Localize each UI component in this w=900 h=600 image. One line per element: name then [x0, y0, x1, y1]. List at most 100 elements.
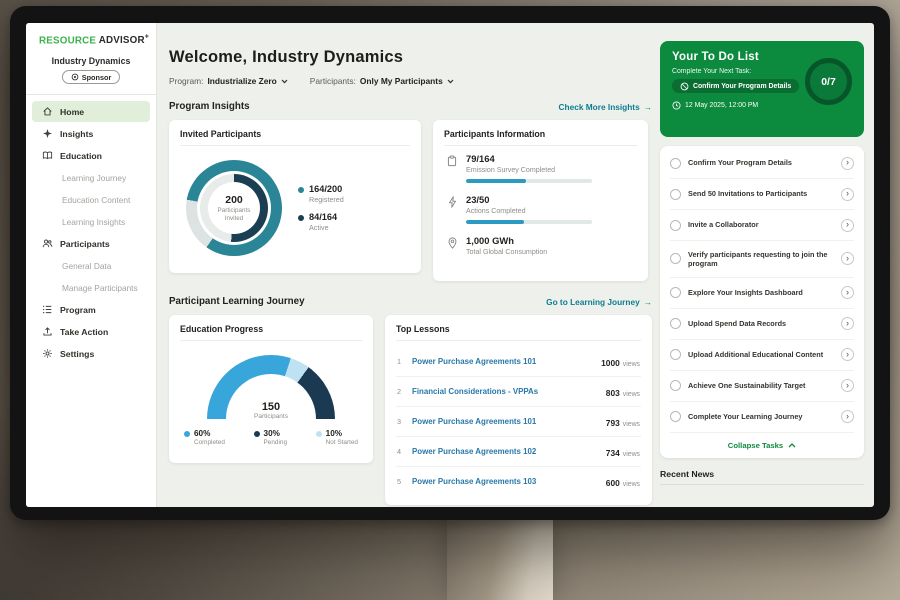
task-chevron-button[interactable]: › — [841, 379, 854, 392]
monitor-bezel: RESOURCE ADVISOR+ Industry Dynamics Spon… — [10, 6, 890, 520]
app-logo: RESOURCE ADVISOR+ — [26, 34, 156, 55]
task-row-4[interactable]: Verify participants requesting to join t… — [670, 241, 854, 278]
task-chevron-button[interactable]: › — [841, 188, 854, 201]
participants-filter-value: Only My Participants — [360, 76, 454, 86]
monitor-stand — [447, 516, 553, 600]
sidebar-item-learning-journey[interactable]: Learning Journey — [32, 167, 150, 188]
sidebar-item-participants[interactable]: Participants — [32, 233, 150, 254]
sidebar-item-manage-participants[interactable]: Manage Participants — [32, 277, 150, 298]
emission-survey-progress-bar — [466, 179, 592, 183]
task-row-5[interactable]: Explore Your Insights Dashboard › — [670, 278, 854, 309]
task-chevron-button[interactable]: › — [841, 286, 854, 299]
location-pin-icon — [446, 235, 458, 261]
sidebar-divider — [26, 94, 156, 95]
task-checkbox[interactable] — [670, 287, 681, 298]
donut-center-value: 200 — [225, 194, 243, 206]
lesson-row-5[interactable]: 5 Power Purchase Agreements 103 600views — [396, 467, 641, 496]
nav-label: Education — [60, 151, 102, 161]
go-to-learning-journey-link[interactable]: Go to Learning Journey → — [546, 297, 652, 307]
actions-completed-progress-bar — [466, 220, 592, 224]
task-row-7[interactable]: Upload Additional Educational Content › — [670, 340, 854, 371]
program-insights-header: Program Insights Check More Insights → — [169, 101, 652, 112]
task-chevron-button[interactable]: › — [841, 252, 854, 265]
lesson-link[interactable]: Power Purchase Agreements 103 — [412, 477, 599, 486]
task-checkbox[interactable] — [670, 220, 681, 231]
task-checkbox[interactable] — [670, 349, 681, 360]
desk-background: RESOURCE ADVISOR+ Industry Dynamics Spon… — [0, 0, 900, 600]
program-filter-dropdown[interactable]: Program: Industrialize Zero — [169, 76, 288, 86]
task-chevron-button[interactable]: › — [841, 410, 854, 423]
todo-progress-ring: 0/7 — [805, 58, 852, 105]
task-chevron-button[interactable]: › — [841, 157, 854, 170]
task-checkbox[interactable] — [670, 411, 681, 422]
collapse-tasks-button[interactable]: Collapse Tasks — [670, 433, 854, 458]
sparkle-icon — [41, 128, 53, 140]
stat-emission-survey: 79/164 Emission Survey Completed — [446, 153, 637, 183]
task-row-2[interactable]: Send 50 Invitations to Participants › — [670, 179, 854, 210]
sidebar-item-education[interactable]: Education — [32, 145, 150, 166]
sidebar-item-general-data[interactable]: General Data — [32, 255, 150, 276]
sidebar-item-take-action[interactable]: Take Action — [32, 321, 150, 342]
task-checkbox[interactable] — [670, 380, 681, 391]
tasks-list-card: Confirm Your Program Details › Send 50 I… — [660, 146, 864, 458]
sidebar: RESOURCE ADVISOR+ Industry Dynamics Spon… — [26, 23, 157, 507]
legend-item-completed: 60% Completed — [184, 429, 225, 446]
circle-slash-icon — [680, 82, 689, 91]
check-more-insights-link[interactable]: Check More Insights → — [559, 102, 652, 112]
lesson-link[interactable]: Financial Considerations - VPPAs — [412, 387, 599, 396]
task-row-3[interactable]: Invite a Collaborator › — [670, 210, 854, 241]
task-row-1[interactable]: Confirm Your Program Details › — [670, 148, 854, 179]
gauge-center-value: 150 — [207, 401, 335, 413]
invited-participants-card: Invited Participants 200 Participants In… — [169, 120, 421, 273]
task-row-9[interactable]: Complete Your Learning Journey › — [670, 402, 854, 433]
chevron-down-icon — [447, 79, 454, 84]
upload-icon — [41, 326, 53, 338]
participants-information-title: Participants Information — [444, 129, 637, 146]
sidebar-item-insights[interactable]: Insights — [32, 123, 150, 144]
lesson-row-4[interactable]: 4 Power Purchase Agreements 102 734views — [396, 437, 641, 467]
invited-participants-title: Invited Participants — [180, 129, 410, 146]
lesson-row-2[interactable]: 2 Financial Considerations - VPPAs 803vi… — [396, 377, 641, 407]
sidebar-item-home[interactable]: Home — [32, 101, 150, 122]
nav-label: Settings — [60, 349, 94, 359]
arrow-right-icon: → — [644, 102, 652, 112]
sidebar-item-learning-insights[interactable]: Learning Insights — [32, 211, 150, 232]
task-row-6[interactable]: Upload Spend Data Records › — [670, 309, 854, 340]
target-icon — [71, 73, 79, 81]
book-icon — [41, 150, 53, 162]
invited-participants-donut-chart: 200 Participants Invited — [186, 160, 282, 256]
next-task-pill[interactable]: Confirm Your Program Details — [672, 79, 799, 93]
legend-dot-navy — [254, 431, 260, 437]
task-checkbox[interactable] — [670, 189, 681, 200]
gauge-legend: 60% Completed 30% Pending 10% Not Starte… — [184, 429, 358, 446]
filters-bar: Program: Industrialize Zero Participants… — [169, 76, 652, 86]
sidebar-item-program[interactable]: Program — [32, 299, 150, 320]
task-checkbox[interactable] — [670, 318, 681, 329]
task-checkbox[interactable] — [670, 253, 681, 264]
task-chevron-button[interactable]: › — [841, 317, 854, 330]
lesson-link[interactable]: Power Purchase Agreements 102 — [412, 447, 599, 456]
home-icon — [41, 106, 53, 118]
nav-label: Take Action — [60, 327, 108, 337]
task-checkbox[interactable] — [670, 158, 681, 169]
participants-filter-dropdown[interactable]: Participants: Only My Participants — [310, 76, 454, 86]
stat-actions-completed: 23/50 Actions Completed — [446, 194, 637, 224]
nav-label: General Data — [62, 261, 111, 271]
lesson-link[interactable]: Power Purchase Agreements 101 — [412, 417, 599, 426]
org-block: Industry Dynamics Sponsor — [26, 55, 156, 94]
legend-item-registered: 164/200 Registered — [298, 184, 344, 204]
sidebar-item-education-content[interactable]: Education Content — [32, 189, 150, 210]
insights-cards-row: Invited Participants 200 Participants In… — [169, 120, 652, 281]
lesson-row-3[interactable]: 3 Power Purchase Agreements 101 793views — [396, 407, 641, 437]
task-chevron-button[interactable]: › — [841, 348, 854, 361]
lesson-row-1[interactable]: 1 Power Purchase Agreements 101 1000view… — [396, 347, 641, 377]
program-filter-label: Program: — [169, 76, 203, 86]
list-icon — [41, 304, 53, 316]
chevron-down-icon — [281, 79, 288, 84]
lesson-link[interactable]: Power Purchase Agreements 101 — [412, 357, 594, 366]
sidebar-item-settings[interactable]: Settings — [32, 343, 150, 364]
task-row-8[interactable]: Achieve One Sustainability Target › — [670, 371, 854, 402]
task-chevron-button[interactable]: › — [841, 219, 854, 232]
nav-label: Insights — [60, 129, 93, 139]
nav-label: Participants — [60, 239, 110, 249]
